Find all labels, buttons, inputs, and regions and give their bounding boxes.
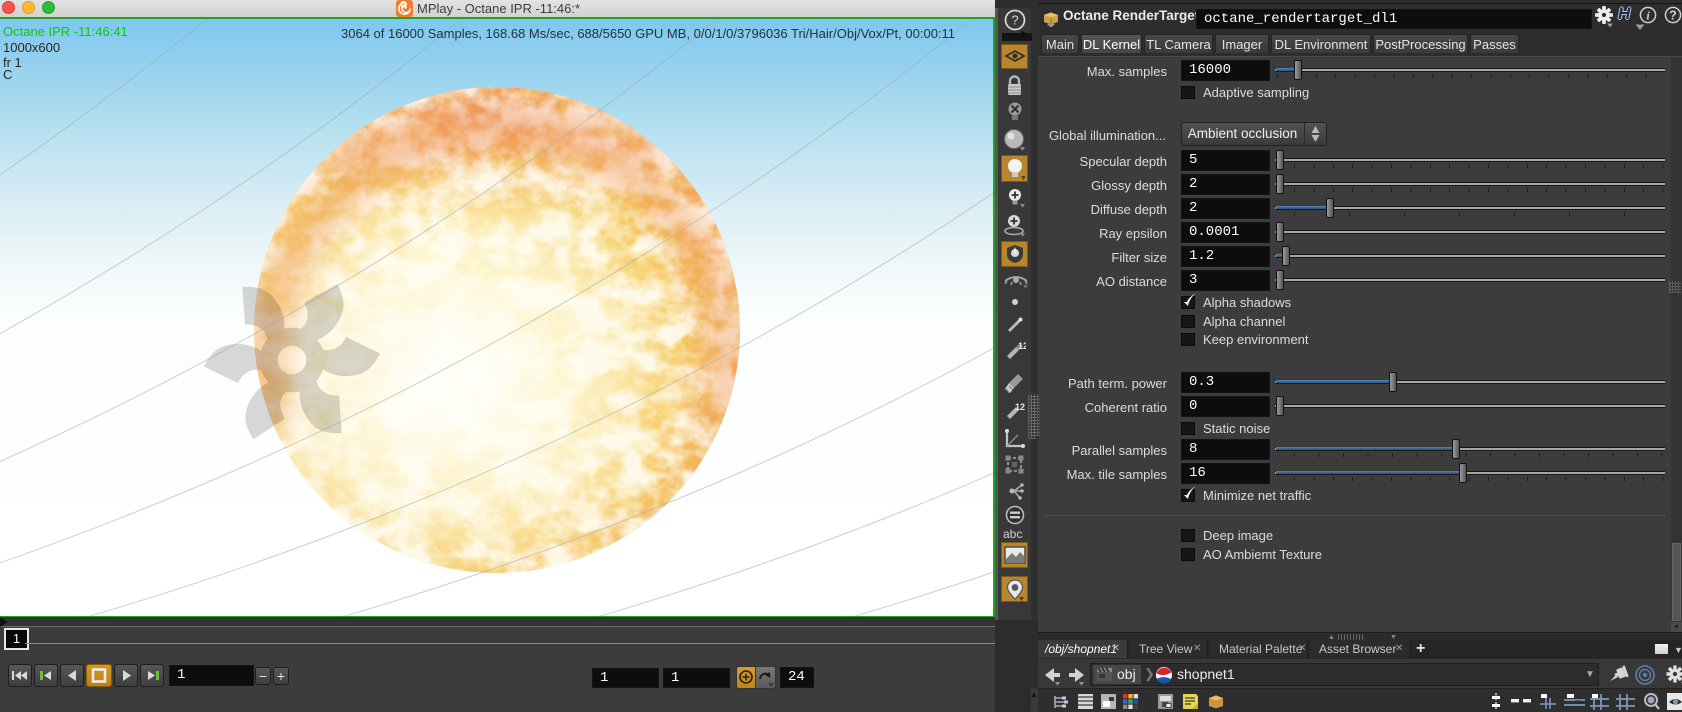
svg-text:12: 12 [1015, 402, 1025, 412]
svg-text:?: ? [1669, 9, 1677, 23]
svg-text:?: ? [1011, 13, 1018, 28]
svg-text:12: 12 [1018, 341, 1026, 351]
